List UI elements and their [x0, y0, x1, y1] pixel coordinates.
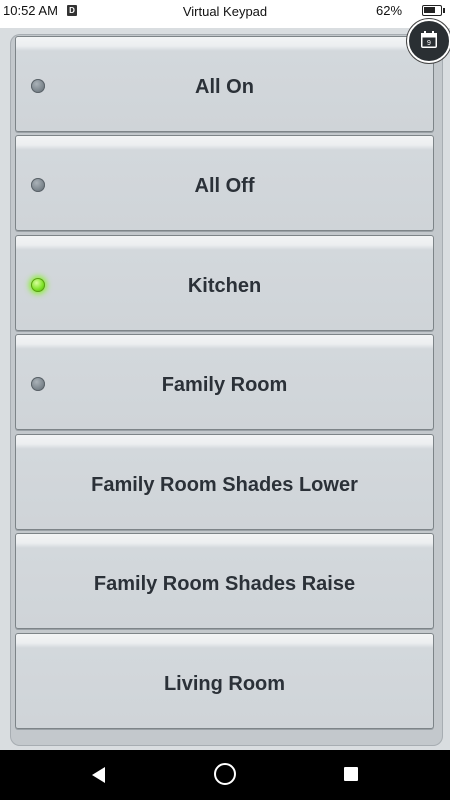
status-bar: 10:52 AM D Virtual Keypad 62% [0, 0, 450, 22]
recent-apps-icon[interactable] [344, 767, 358, 781]
keypad-panel: All On All Off Kitchen Family Room Famil… [0, 28, 450, 750]
calendar-icon: 9 [421, 31, 437, 48]
battery-icon [422, 5, 445, 16]
keypad-button-label: Kitchen [187, 275, 262, 297]
calendar-day: 9 [427, 40, 431, 47]
keypad-button-label: Family Room Shades Lower [91, 474, 358, 496]
calendar-button[interactable]: 9 [407, 19, 450, 63]
keypad-button-family-room-shades-lower[interactable]: Family Room Shades Lower [15, 434, 434, 530]
keypad-button-living-room[interactable]: Living Room [15, 633, 434, 729]
keypad-button-label: Family Room [161, 374, 288, 396]
keypad-button-family-room-shades-raise[interactable]: Family Room Shades Raise [15, 533, 434, 629]
battery-percent: 62% [376, 3, 403, 18]
home-icon[interactable] [214, 763, 236, 785]
keypad-button-kitchen[interactable]: Kitchen [15, 235, 434, 331]
keypad-button-label: Family Room Shades Raise [93, 573, 356, 595]
navigation-bar [0, 750, 450, 800]
back-icon[interactable] [90, 766, 108, 784]
keypad-button-all-on[interactable]: All On [15, 36, 434, 132]
keypad-button-all-off[interactable]: All Off [15, 135, 434, 231]
keypad-button-family-room[interactable]: Family Room [15, 334, 434, 430]
keypad-button-label: All Off [194, 175, 255, 197]
keypad-button-label: All On [195, 76, 254, 98]
keypad-button-label: Living Room [163, 673, 286, 695]
